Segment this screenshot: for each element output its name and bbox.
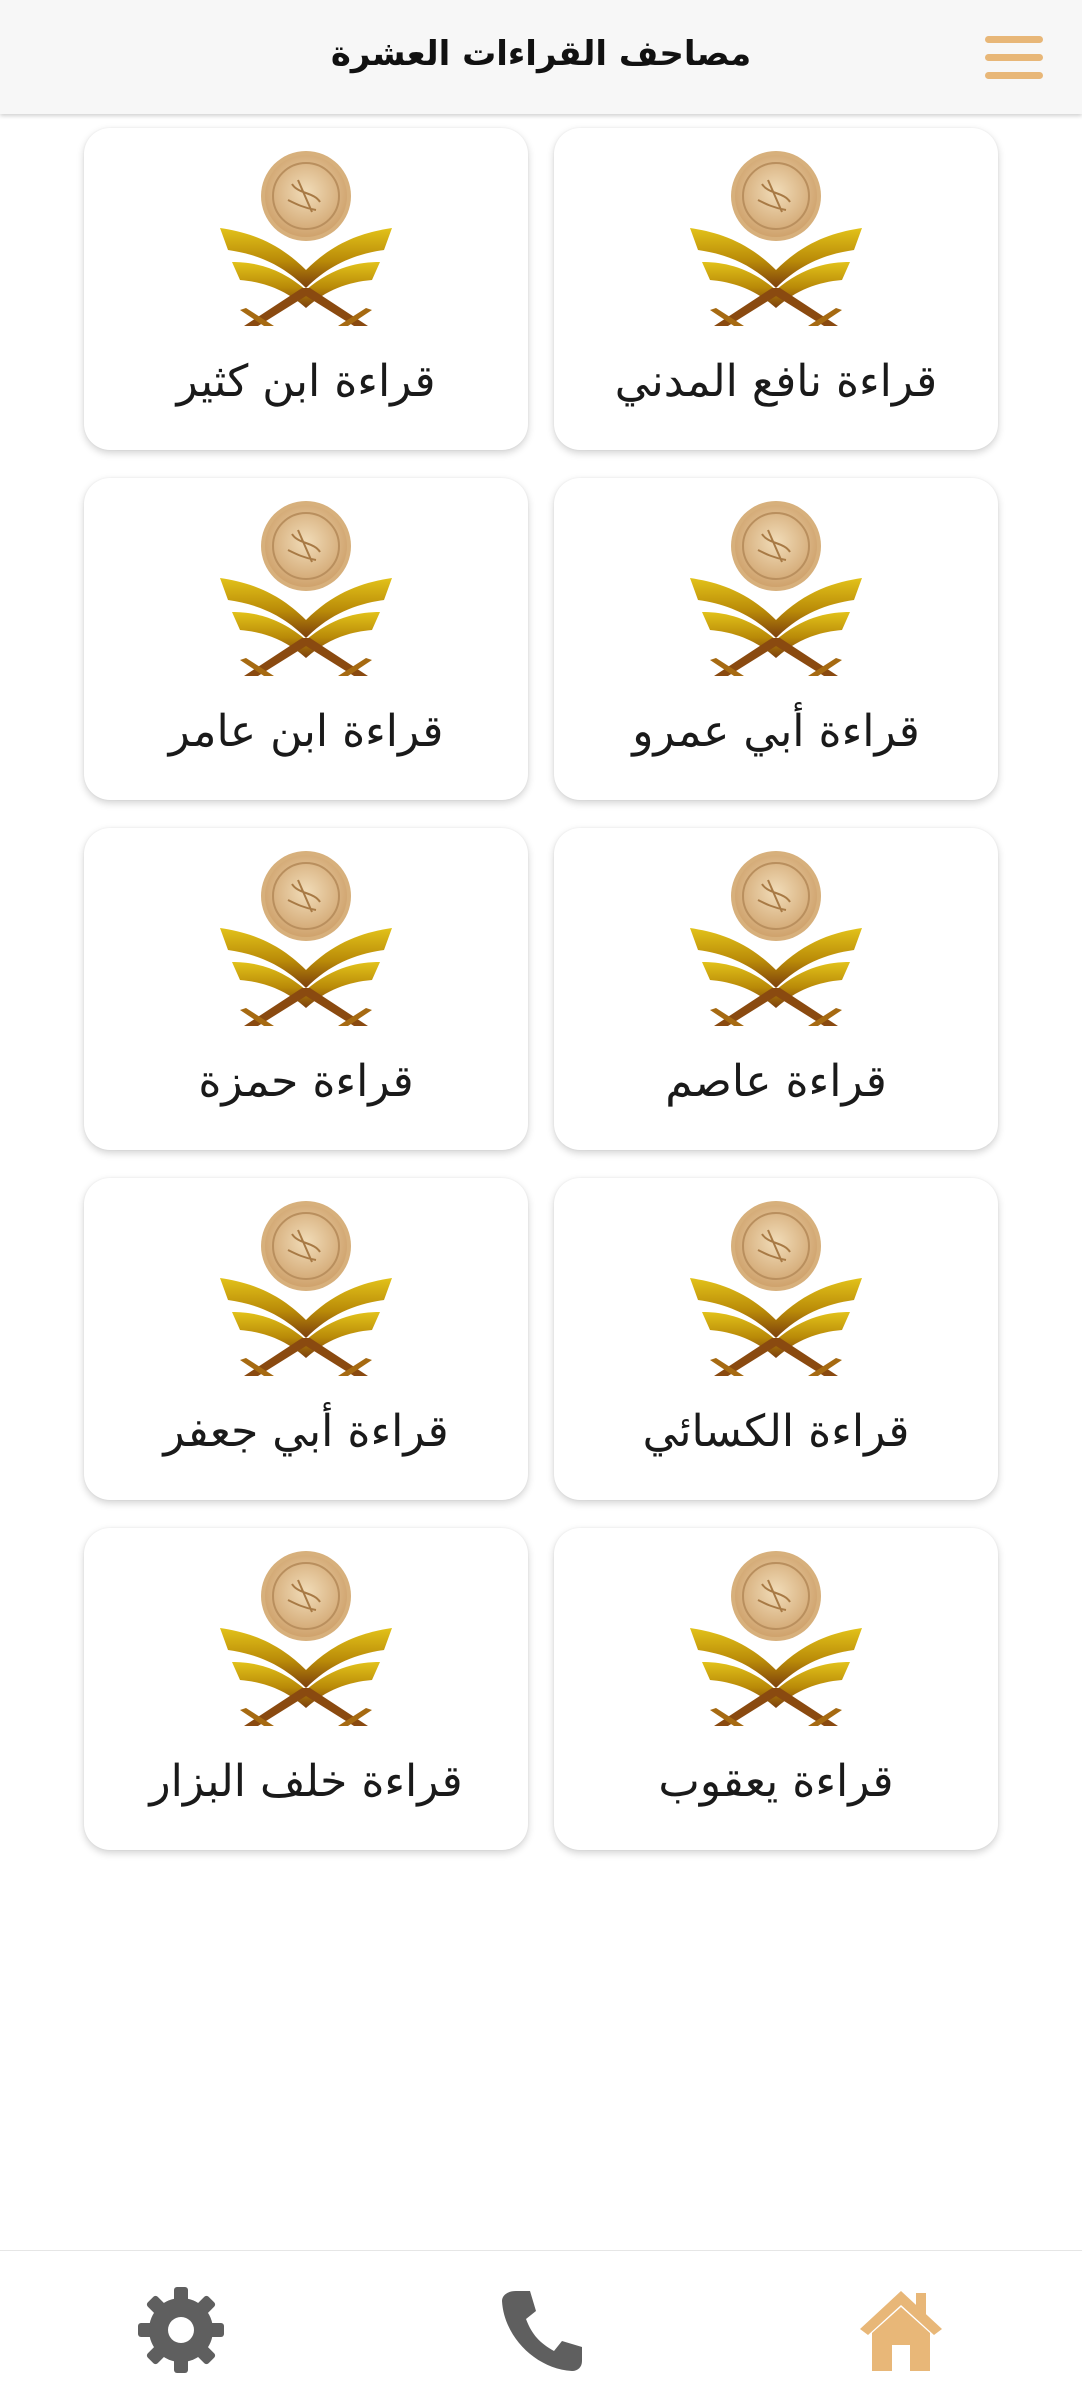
page-title: مصاحف القراءات العشرة [330, 34, 752, 74]
bottom-navigation-bar [0, 2250, 1082, 2399]
quran-emblem-icon [690, 1201, 862, 1376]
quran-emblem-icon [220, 851, 392, 1026]
quran-emblem-icon [220, 501, 392, 676]
readings-grid: قراءة نافع المدني قراءة ابن كثير قراءة أ… [84, 128, 998, 1850]
top-app-bar: مصاحف القراءات العشرة [0, 0, 1082, 114]
reading-card-abu-amr[interactable]: قراءة أبي عمرو [554, 478, 998, 800]
reading-card-khalaf[interactable]: قراءة خلف البزار [84, 1528, 528, 1850]
reading-card-label: قراءة الكسائي [642, 1406, 910, 1457]
quran-emblem-icon [690, 851, 862, 1026]
reading-card-label: قراءة يعقوب [658, 1756, 894, 1807]
quran-emblem-icon [220, 1551, 392, 1726]
gear-icon[interactable] [136, 2285, 226, 2375]
phone-icon[interactable] [496, 2285, 586, 2375]
reading-card-label: قراءة خلف البزار [149, 1756, 463, 1807]
quran-emblem-icon [690, 1551, 862, 1726]
quran-emblem-icon [220, 151, 392, 326]
reading-card-abu-jafar[interactable]: قراءة أبي جعفر [84, 1178, 528, 1500]
reading-card-yaqub[interactable]: قراءة يعقوب [554, 1528, 998, 1850]
hamburger-menu-icon[interactable] [985, 36, 1043, 80]
app-root: مصاحف القراءات العشرة قراءة نافع المدني … [0, 0, 1082, 2399]
reading-card-label: قراءة عاصم [665, 1056, 887, 1107]
home-icon[interactable] [856, 2285, 946, 2375]
reading-card-ibn-kathir[interactable]: قراءة ابن كثير [84, 128, 528, 450]
reading-card-label: قراءة أبي عمرو [632, 706, 920, 757]
reading-card-label: قراءة ابن عامر [168, 706, 444, 757]
quran-emblem-icon [690, 151, 862, 326]
reading-card-label: قراءة أبي جعفر [163, 1406, 449, 1457]
quran-emblem-icon [690, 501, 862, 676]
reading-card-asim[interactable]: قراءة عاصم [554, 828, 998, 1150]
reading-card-label: قراءة حمزة [198, 1056, 414, 1107]
reading-card-hamza[interactable]: قراءة حمزة [84, 828, 528, 1150]
reading-card-kisai[interactable]: قراءة الكسائي [554, 1178, 998, 1500]
reading-card-ibn-amir[interactable]: قراءة ابن عامر [84, 478, 528, 800]
quran-emblem-icon [220, 1201, 392, 1376]
reading-card-nafi[interactable]: قراءة نافع المدني [554, 128, 998, 450]
reading-card-label: قراءة نافع المدني [614, 356, 938, 407]
reading-card-label: قراءة ابن كثير [176, 356, 436, 407]
